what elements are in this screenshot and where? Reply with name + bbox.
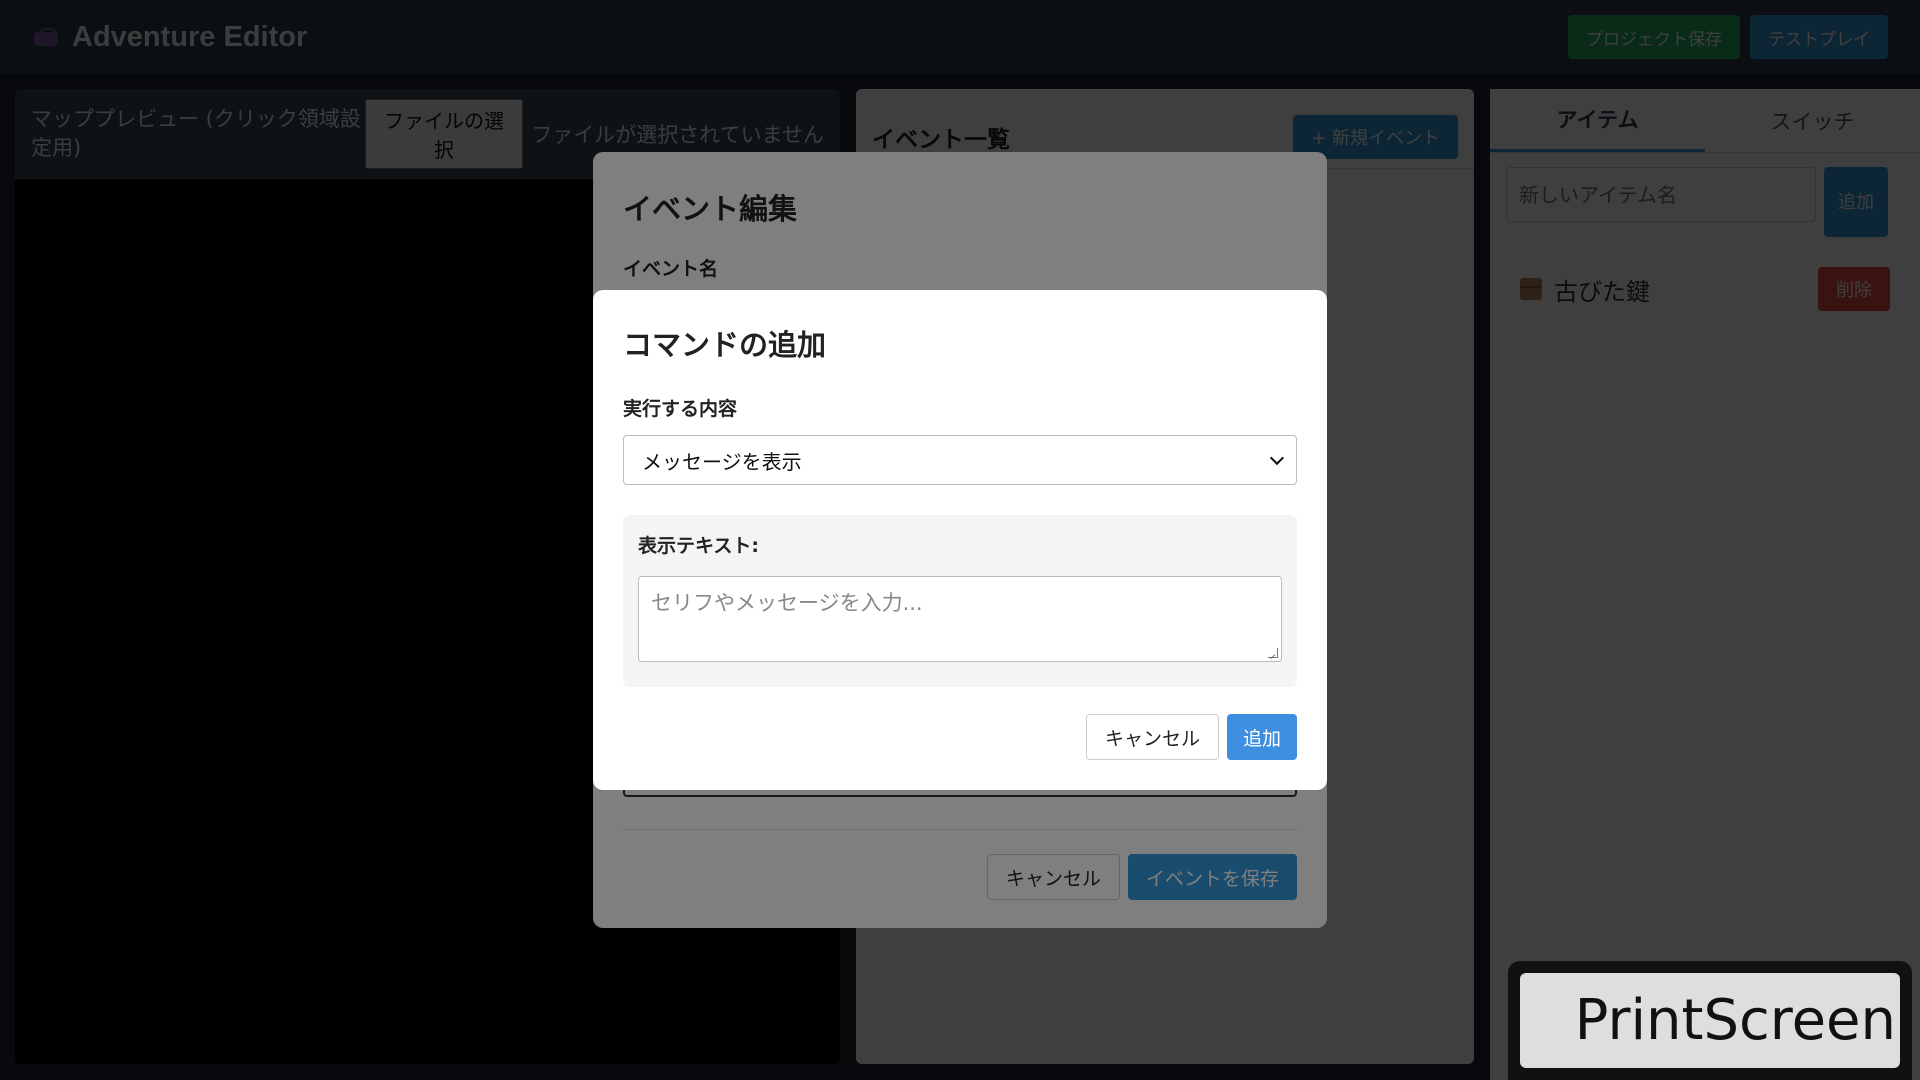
message-textarea[interactable]: セリフやメッセージを入力... <box>638 576 1282 662</box>
action-label: 実行する内容 <box>623 398 738 420</box>
message-placeholder: セリフやメッセージを入力... <box>651 591 923 615</box>
resize-handle-icon[interactable] <box>1268 648 1278 658</box>
printscreen-key: PrintScreen <box>1520 973 1900 1068</box>
add-command-title: コマンドの追加 <box>623 328 827 362</box>
key-overlay: PrintScreen <box>1508 961 1912 1080</box>
action-select[interactable]: メッセージを表示 <box>623 435 1297 485</box>
add-command-modal: コマンドの追加 実行する内容 メッセージを表示 表示テキスト: セリフやメッセー… <box>593 290 1327 790</box>
message-text-section: 表示テキスト: セリフやメッセージを入力... <box>623 515 1297 687</box>
add-command-button[interactable]: 追加 <box>1226 714 1297 760</box>
chevron-down-icon <box>1269 450 1285 466</box>
message-text-label: 表示テキスト: <box>638 535 760 557</box>
command-modal-backdrop[interactable]: コマンドの追加 実行する内容 メッセージを表示 表示テキスト: セリフやメッセー… <box>0 0 1920 1080</box>
action-select-value: メッセージを表示 <box>642 449 802 474</box>
command-cancel-button[interactable]: キャンセル <box>1085 714 1219 760</box>
add-command-footer: キャンセル 追加 <box>1085 714 1297 760</box>
